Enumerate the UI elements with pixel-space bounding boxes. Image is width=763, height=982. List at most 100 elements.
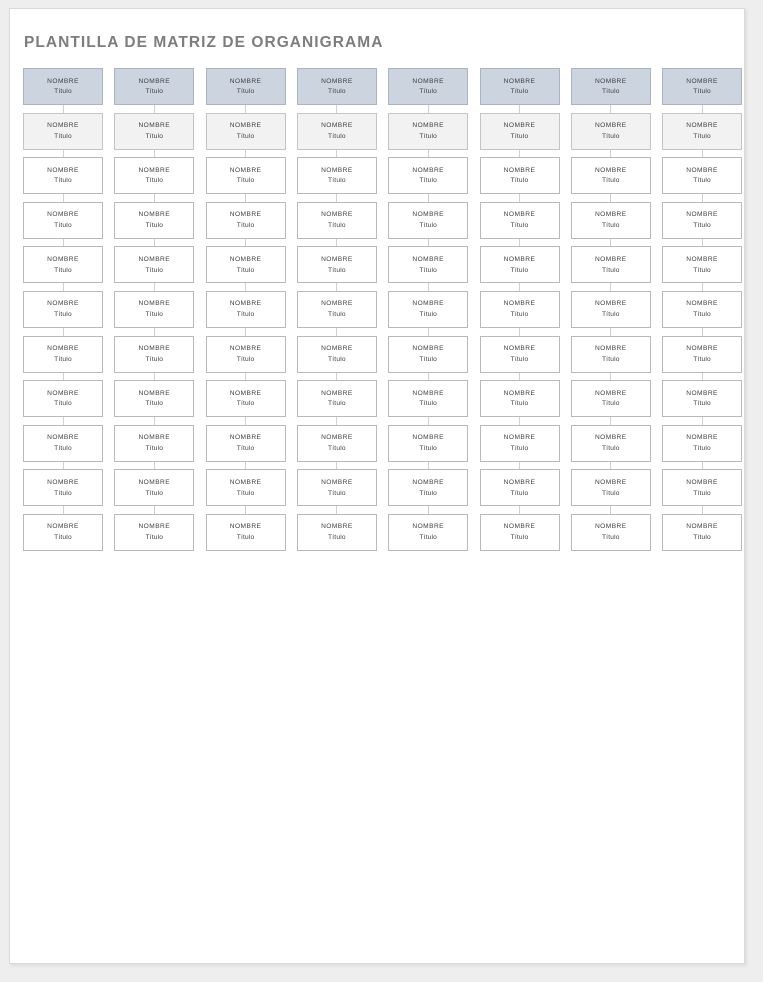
org-node-title: Título (419, 355, 438, 363)
org-node-box[interactable]: NOMBRE Título (479, 290, 560, 328)
org-node-box[interactable]: NOMBRE Título (114, 469, 195, 507)
org-node-box[interactable]: NOMBRE Título (662, 112, 743, 150)
org-node-box[interactable]: NOMBRE Título (479, 157, 560, 195)
org-node-box[interactable]: NOMBRE Título (570, 68, 651, 105)
org-node-name: NOMBRE (503, 300, 536, 308)
org-node-box[interactable]: NOMBRE Título (479, 469, 560, 507)
org-node-box[interactable]: NOMBRE Título (570, 380, 651, 418)
org-node-box[interactable]: NOMBRE Título (23, 380, 103, 418)
org-node-box[interactable]: NOMBRE Título (388, 201, 469, 239)
org-node-box[interactable]: NOMBRE Título (388, 380, 469, 418)
org-node-box[interactable]: NOMBRE Título (296, 157, 377, 195)
org-node-box[interactable]: NOMBRE Título (114, 112, 195, 150)
org-node-box[interactable]: NOMBRE Título (662, 424, 743, 462)
org-node-name: NOMBRE (47, 211, 79, 219)
org-node-box[interactable]: NOMBRE Título (114, 157, 195, 195)
org-node-cell: NOMBRE Título (23, 513, 103, 551)
org-node-box[interactable]: NOMBRE Título (570, 157, 651, 195)
org-node-box[interactable]: NOMBRE Título (23, 68, 103, 105)
org-node-box[interactable]: NOMBRE Título (205, 290, 286, 328)
org-node-box[interactable]: NOMBRE Título (570, 513, 651, 551)
org-node-box[interactable]: NOMBRE Título (570, 246, 651, 284)
org-node-box[interactable]: NOMBRE Título (570, 424, 651, 462)
org-node-box[interactable]: NOMBRE Título (205, 157, 286, 195)
org-node-box[interactable]: NOMBRE Título (23, 335, 103, 373)
org-node-box[interactable]: NOMBRE Título (23, 246, 103, 284)
org-node-box[interactable]: NOMBRE Título (570, 290, 651, 328)
org-node-box[interactable]: NOMBRE Título (205, 513, 286, 551)
org-node-box[interactable]: NOMBRE Título (114, 68, 195, 105)
org-node-box[interactable]: NOMBRE Título (114, 335, 195, 373)
org-node-box[interactable]: NOMBRE Título (296, 112, 377, 150)
org-node-box[interactable]: NOMBRE Título (23, 424, 103, 462)
org-node-box[interactable]: NOMBRE Título (296, 380, 377, 418)
org-node-box[interactable]: NOMBRE Título (388, 335, 469, 373)
org-node-box[interactable]: NOMBRE Título (296, 246, 377, 284)
org-node-box[interactable]: NOMBRE Título (479, 112, 560, 150)
org-node-box[interactable]: NOMBRE Título (479, 68, 560, 105)
org-node-box[interactable]: NOMBRE Título (662, 201, 743, 239)
org-node-box[interactable]: NOMBRE Título (570, 469, 651, 507)
org-node-box[interactable]: NOMBRE Título (296, 201, 377, 239)
org-node-cell: NOMBRE Título (479, 380, 560, 425)
org-node-box[interactable]: NOMBRE Título (388, 68, 469, 105)
org-node-cell: NOMBRE Título (205, 157, 286, 202)
org-node-box[interactable]: NOMBRE Título (570, 335, 651, 373)
org-node-box[interactable]: NOMBRE Título (205, 201, 286, 239)
org-node-box[interactable]: NOMBRE Título (479, 335, 560, 373)
org-node-box[interactable]: NOMBRE Título (662, 469, 743, 507)
org-node-box[interactable]: NOMBRE Título (114, 380, 195, 418)
org-node-box[interactable]: NOMBRE Título (23, 201, 103, 239)
org-node-box[interactable]: NOMBRE Título (114, 290, 195, 328)
org-node-box[interactable]: NOMBRE Título (570, 112, 651, 150)
org-node-box[interactable]: NOMBRE Título (662, 68, 743, 105)
org-node-cell: NOMBRE Título (23, 335, 103, 381)
org-node-box[interactable]: NOMBRE Título (388, 112, 469, 150)
org-node-box[interactable]: NOMBRE Título (388, 246, 469, 284)
org-node-box[interactable]: NOMBRE Título (296, 290, 377, 328)
org-node-box[interactable]: NOMBRE Título (114, 246, 195, 284)
org-node-box[interactable]: NOMBRE Título (570, 201, 651, 239)
org-node-box[interactable]: NOMBRE Título (23, 469, 103, 507)
org-node-box[interactable]: NOMBRE Título (479, 513, 560, 551)
org-node-box[interactable]: NOMBRE Título (479, 201, 560, 239)
org-node-name: NOMBRE (686, 211, 718, 219)
org-node-box[interactable]: NOMBRE Título (296, 513, 377, 551)
org-node-box[interactable]: NOMBRE Título (388, 290, 469, 328)
org-node-box[interactable]: NOMBRE Título (479, 380, 560, 418)
org-node-box[interactable]: NOMBRE Título (114, 201, 195, 239)
org-node-box[interactable]: NOMBRE Título (205, 112, 286, 150)
org-node-name: NOMBRE (594, 211, 627, 219)
org-node-box[interactable]: NOMBRE Título (205, 469, 286, 507)
org-node-box[interactable]: NOMBRE Título (662, 335, 743, 373)
org-node-box[interactable]: NOMBRE Título (205, 335, 286, 373)
org-node-box[interactable]: NOMBRE Título (23, 157, 103, 195)
org-node-box[interactable]: NOMBRE Título (296, 424, 377, 462)
org-node-box[interactable]: NOMBRE Título (114, 513, 195, 551)
org-node-box[interactable]: NOMBRE Título (114, 424, 195, 462)
org-node-box[interactable]: NOMBRE Título (662, 380, 743, 418)
org-node-box[interactable]: NOMBRE Título (388, 469, 469, 507)
org-node-box[interactable]: NOMBRE Título (662, 513, 743, 551)
org-node-box[interactable]: NOMBRE Título (479, 424, 560, 462)
org-connector-line (701, 372, 703, 381)
org-node-box[interactable]: NOMBRE Título (662, 246, 743, 284)
org-node-box[interactable]: NOMBRE Título (296, 335, 377, 373)
org-node-box[interactable]: NOMBRE Título (23, 290, 103, 328)
org-node-box[interactable]: NOMBRE Título (296, 68, 377, 105)
org-node-box[interactable]: NOMBRE Título (205, 380, 286, 418)
org-node-box[interactable]: NOMBRE Título (662, 157, 743, 195)
org-node-box[interactable]: NOMBRE Título (23, 513, 103, 551)
org-node-box[interactable]: NOMBRE Título (479, 246, 560, 284)
org-node-box[interactable]: NOMBRE Título (23, 112, 103, 150)
org-node-box[interactable]: NOMBRE Título (296, 469, 377, 507)
org-node-box[interactable]: NOMBRE Título (388, 157, 469, 195)
org-node-box[interactable]: NOMBRE Título (205, 68, 286, 105)
org-node-cell: NOMBRE Título (205, 246, 286, 291)
org-node-box[interactable]: NOMBRE Título (205, 246, 286, 284)
org-node-box[interactable]: NOMBRE Título (205, 424, 286, 462)
org-node-box[interactable]: NOMBRE Título (662, 290, 743, 328)
org-node-box[interactable]: NOMBRE Título (388, 424, 469, 462)
org-node-box[interactable]: NOMBRE Título (388, 513, 469, 551)
org-node-cell: NOMBRE Título (570, 335, 651, 381)
